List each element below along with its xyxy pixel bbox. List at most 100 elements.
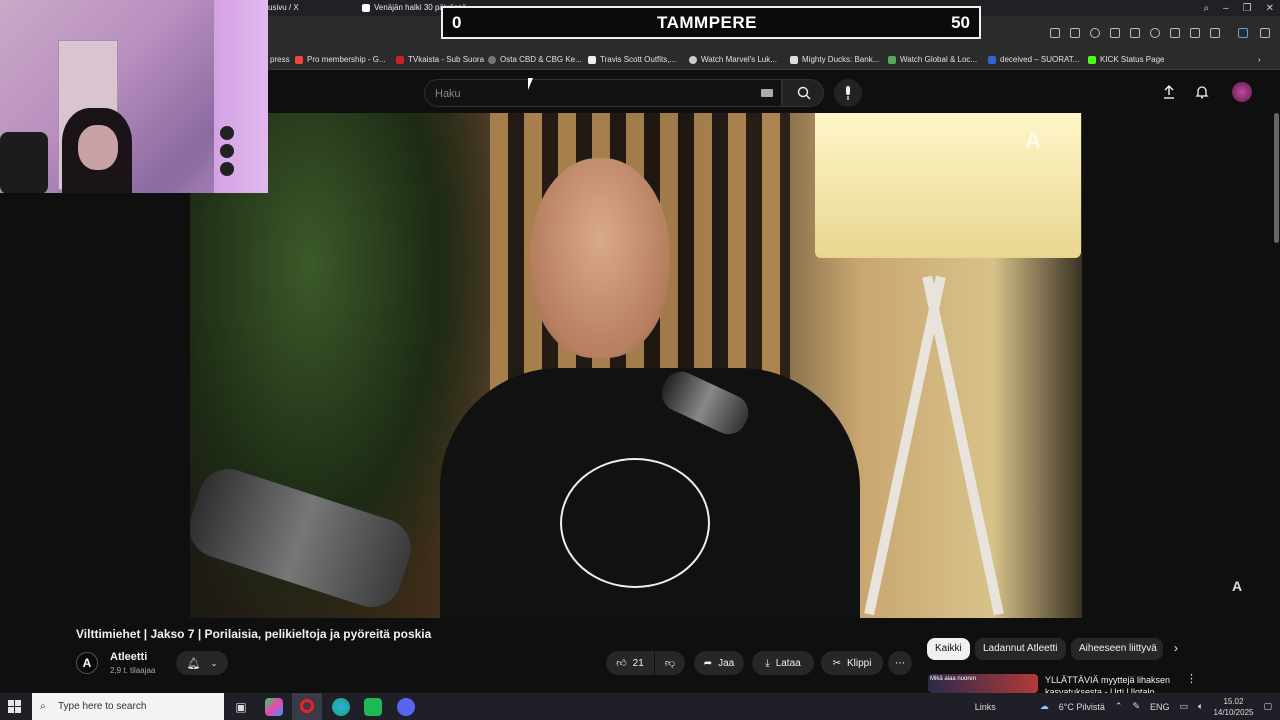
scoreboard-team: TAMMPERE bbox=[657, 13, 758, 32]
more-actions-button[interactable]: ⋯ bbox=[888, 651, 912, 675]
heart-icon[interactable] bbox=[1150, 28, 1160, 38]
video-player[interactable]: A bbox=[190, 113, 1082, 618]
opera-app-tile[interactable] bbox=[292, 693, 322, 720]
weather-text[interactable]: 6°C Pilvistä bbox=[1059, 702, 1105, 712]
channel-watermark[interactable]: A bbox=[1025, 128, 1069, 154]
more-horizontal-icon: ⋯ bbox=[895, 657, 905, 669]
language-indicator[interactable]: ENG bbox=[1150, 702, 1170, 712]
like-button[interactable]: 👍︎ 21 bbox=[606, 651, 654, 675]
mouse-cursor-icon bbox=[528, 78, 538, 90]
copilot-app-icon[interactable] bbox=[265, 698, 283, 716]
clock[interactable]: 15.02 14/10/2025 bbox=[1213, 696, 1253, 718]
dislike-button[interactable]: 👎︎ bbox=[655, 651, 685, 675]
mic-icon bbox=[846, 86, 850, 100]
chip-all[interactable]: Kaikki bbox=[927, 638, 970, 660]
minimize-icon[interactable]: – bbox=[1223, 3, 1229, 14]
subscription-bell-button[interactable]: 🔔︎ ⌄ bbox=[176, 651, 228, 675]
bookmark-item[interactable]: TVkaista - Sub Suora bbox=[396, 50, 484, 70]
scrollbar-thumb[interactable] bbox=[1274, 113, 1279, 243]
volume-icon[interactable]: 🔈︎ bbox=[1198, 701, 1203, 712]
search-icon bbox=[797, 86, 811, 100]
shirt-logo bbox=[560, 458, 710, 588]
bookmark-label: press bbox=[270, 55, 290, 64]
play-icon[interactable] bbox=[1130, 28, 1140, 38]
bookmark-label: Mighty Ducks: Bank... bbox=[802, 55, 880, 64]
bookmark-item[interactable]: KICK Status Page bbox=[1088, 50, 1164, 70]
video-info: Vilttimiehet | Jakso 7 | Porilaisia, pel… bbox=[0, 618, 1280, 693]
restore-icon[interactable]: ❐ bbox=[1243, 3, 1252, 14]
chevron-right-icon[interactable]: › bbox=[1174, 641, 1178, 655]
edge-copilot-icon[interactable] bbox=[1238, 28, 1248, 38]
bookmark-label: TVkaista - Sub Suora bbox=[408, 55, 485, 64]
recommended-thumbnail[interactable]: Mikä aiaa nuoren bbox=[928, 674, 1038, 693]
puzzle-icon[interactable] bbox=[1110, 28, 1120, 38]
taskbar-search-placeholder: Type here to search bbox=[58, 701, 147, 712]
task-view-icon[interactable]: ▣ bbox=[232, 698, 250, 716]
bookmark-label: KICK Status Page bbox=[1100, 55, 1165, 64]
shield-icon[interactable] bbox=[1090, 28, 1100, 38]
tray-links[interactable]: Links bbox=[975, 702, 996, 712]
channel-subscriber-count: 2,9 t. tilaajaa bbox=[110, 666, 156, 675]
lock-icon[interactable] bbox=[1210, 28, 1220, 38]
notifications-icon[interactable] bbox=[1195, 85, 1209, 99]
search-button[interactable] bbox=[782, 79, 824, 107]
recommended-title[interactable]: YLLÄTTÄVIÄ myyttejä lihaksen kasvatukses… bbox=[1045, 674, 1180, 693]
video-host bbox=[440, 158, 860, 618]
site-icon bbox=[588, 56, 596, 64]
webcam-wall-decor bbox=[220, 126, 238, 186]
settings-icon[interactable] bbox=[1260, 28, 1270, 38]
download-icon: ⤓ bbox=[765, 657, 770, 669]
keyboard-icon[interactable] bbox=[761, 89, 773, 97]
kick-icon bbox=[1088, 56, 1096, 64]
bookmark-item[interactable]: Travis Scott Outfits,... bbox=[588, 50, 676, 70]
chip-uploaded-by[interactable]: Ladannut Atleetti bbox=[975, 638, 1066, 660]
edge-app-icon[interactable] bbox=[332, 698, 350, 716]
clip-button[interactable]: ✂ Klippi bbox=[821, 651, 883, 675]
webcam-chair bbox=[0, 132, 48, 193]
weather-icon: ☁ bbox=[1039, 701, 1049, 711]
network-icon[interactable]: ▭ bbox=[1180, 701, 1189, 712]
discord-app-icon[interactable] bbox=[397, 698, 415, 716]
download-button[interactable]: ⤓ Lataa bbox=[752, 651, 814, 675]
close-icon[interactable]: ✕ bbox=[1266, 3, 1274, 14]
account-avatar[interactable] bbox=[1232, 82, 1252, 102]
scoreboard-overlay: 0 TAMMPERE 50 bbox=[441, 6, 981, 39]
bookmark-label: Pro membership - G... bbox=[307, 55, 386, 64]
webcam-overlay bbox=[0, 0, 268, 193]
voice-search-button[interactable] bbox=[834, 79, 862, 107]
bookmark-item[interactable]: press bbox=[270, 50, 290, 70]
bookmark-item[interactable]: Pro membership - G... bbox=[295, 50, 386, 70]
bookmark-item[interactable]: deceived – SUORAT... bbox=[988, 50, 1079, 70]
bookmark-item[interactable]: Watch Global & Loc... bbox=[888, 50, 977, 70]
pen-icon[interactable]: ✎ bbox=[1132, 701, 1140, 712]
windows-taskbar: ⌕ Type here to search ▣ Links ☁ 6°C Pilv… bbox=[0, 693, 1280, 720]
bookmark-item[interactable]: Osta CBD & CBG Ke... bbox=[488, 50, 582, 70]
bookmarks-overflow-icon[interactable]: › bbox=[1258, 50, 1261, 70]
search-tabs-icon[interactable]: ⌕ bbox=[1203, 3, 1209, 14]
channel-name[interactable]: Atleetti bbox=[110, 651, 147, 663]
camera-icon[interactable] bbox=[1070, 28, 1080, 38]
channel-avatar[interactable]: A bbox=[76, 652, 98, 674]
scoreboard-left-score: 0 bbox=[452, 13, 462, 32]
chip-related[interactable]: Aiheeseen liittyvä bbox=[1071, 638, 1163, 660]
page-scrollbar[interactable] bbox=[1273, 113, 1280, 693]
clock-date: 14/10/2025 bbox=[1213, 707, 1254, 717]
upload-icon[interactable] bbox=[1162, 85, 1176, 99]
more-vertical-icon[interactable]: ⋮ bbox=[1186, 672, 1197, 685]
search-input[interactable] bbox=[435, 85, 735, 103]
extension-icon[interactable] bbox=[1050, 28, 1060, 38]
menu-icon[interactable] bbox=[1190, 28, 1200, 38]
taskbar-search[interactable]: ⌕ Type here to search bbox=[32, 693, 224, 720]
spotify-app-icon[interactable] bbox=[364, 698, 382, 716]
site-icon bbox=[689, 56, 697, 64]
chevron-up-icon[interactable]: ⌃ bbox=[1115, 701, 1123, 712]
search-box bbox=[424, 79, 782, 107]
notification-center-icon[interactable]: ▢ bbox=[1263, 701, 1272, 712]
bookmark-item[interactable]: Mighty Ducks: Bank... bbox=[790, 50, 879, 70]
tab-x[interactable]: usivu / X bbox=[268, 0, 299, 16]
share-button[interactable]: ➦ Jaa bbox=[694, 651, 744, 675]
bookmark-item[interactable]: Watch Marvel's Luk... bbox=[689, 50, 777, 70]
download-icon[interactable] bbox=[1170, 28, 1180, 38]
windows-start-icon[interactable] bbox=[8, 700, 22, 714]
bookmark-label: Travis Scott Outfits,... bbox=[600, 55, 677, 64]
